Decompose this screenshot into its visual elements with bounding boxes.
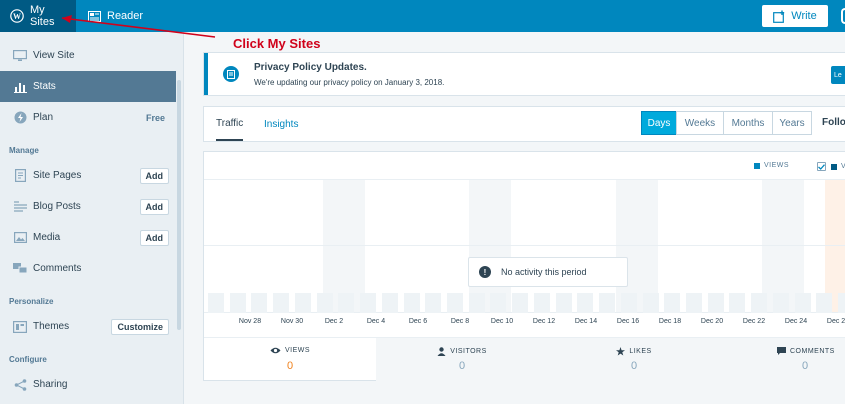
annotation-arrow bbox=[61, 15, 216, 38]
annotation-label: Click My Sites bbox=[233, 36, 321, 51]
